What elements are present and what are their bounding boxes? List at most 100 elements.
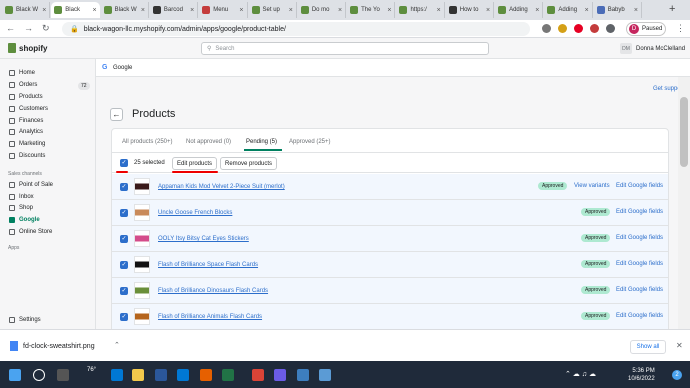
edge-icon[interactable] xyxy=(111,369,123,381)
sidebar-item-discounts[interactable]: Discounts xyxy=(9,153,45,159)
row-checkbox[interactable]: ✓ xyxy=(120,235,128,243)
row-checkbox[interactable]: ✓ xyxy=(120,183,128,191)
browser-tab[interactable]: Menu × xyxy=(199,2,248,18)
scrollbar[interactable] xyxy=(678,77,690,329)
browser-tab[interactable]: Black × xyxy=(51,2,100,18)
sidebar-item-analytics[interactable]: Analytics xyxy=(9,129,43,135)
user-menu[interactable]: DM Donna McClelland xyxy=(620,43,685,54)
tab-all-products[interactable]: All products (250+) xyxy=(122,139,173,145)
tab-close-icon[interactable]: × xyxy=(239,7,243,14)
edit-google-fields-link[interactable]: Edit Google fields xyxy=(616,313,663,319)
tab-close-icon[interactable]: × xyxy=(585,7,589,14)
image-viewer-icon[interactable] xyxy=(319,369,331,381)
row-checkbox[interactable]: ✓ xyxy=(120,261,128,269)
tab-close-icon[interactable]: × xyxy=(338,7,342,14)
excel-icon[interactable] xyxy=(222,369,234,381)
tab-pending[interactable]: Pending (5) xyxy=(246,139,277,145)
table-row[interactable]: ✓ Appaman Kids Mod Velvet 2-Piece Suit (m… xyxy=(112,174,668,200)
extension-icon[interactable] xyxy=(590,24,599,33)
edit-google-fields-link[interactable]: Edit Google fields xyxy=(616,261,663,267)
browser-tab[interactable]: Adding × xyxy=(495,2,544,18)
edit-google-fields-link[interactable]: Edit Google fields xyxy=(616,287,663,293)
task-view-icon[interactable] xyxy=(57,369,69,381)
select-all-checkbox[interactable]: ✓ xyxy=(120,159,128,167)
search-input[interactable]: ⚲ Search xyxy=(201,42,489,55)
sidebar-item-products[interactable]: Products xyxy=(9,94,43,100)
table-row[interactable]: ✓ Flash of Brilliance Space Flash Cards Ap… xyxy=(112,252,668,278)
notification-badge[interactable]: 2 xyxy=(672,370,682,380)
mail-icon[interactable] xyxy=(177,369,189,381)
word-icon[interactable] xyxy=(155,369,167,381)
browser-menu-icon[interactable]: ⋮ xyxy=(676,23,685,34)
browser-tab[interactable]: Adding × xyxy=(544,2,593,18)
browser-tab[interactable]: Set up × xyxy=(249,2,297,18)
browser-tab[interactable]: Babyb × xyxy=(594,2,642,18)
new-tab-icon[interactable]: + xyxy=(669,3,675,15)
product-name-link[interactable]: Flash of Brilliance Animals Flash Cards xyxy=(158,314,262,320)
forward-arrow-icon[interactable]: → xyxy=(24,23,33,33)
row-checkbox[interactable]: ✓ xyxy=(120,287,128,295)
browser-tab[interactable]: The Yo × xyxy=(347,2,396,18)
browser-tab[interactable]: How to × xyxy=(446,2,495,18)
edit-google-fields-link[interactable]: Edit Google fields xyxy=(616,209,663,215)
back-arrow-icon[interactable]: ← xyxy=(6,23,15,33)
apps-heading[interactable]: Apps xyxy=(8,245,19,251)
reload-icon[interactable]: ↻ xyxy=(42,23,50,34)
browser-tab[interactable]: Do mo × xyxy=(298,2,347,18)
url-bar[interactable]: 🔒 black-wagon-llc.myshopify.com/admin/ap… xyxy=(62,22,530,36)
tab-close-icon[interactable]: × xyxy=(437,7,441,14)
profile-button[interactable]: D Paused xyxy=(626,22,666,36)
shopify-logo[interactable]: shopify xyxy=(8,43,47,53)
sidebar-item-home[interactable]: Home xyxy=(9,70,35,76)
back-button[interactable]: ← xyxy=(110,108,123,121)
edit-products-button[interactable]: Edit products xyxy=(172,157,218,170)
remove-products-button[interactable]: Remove products xyxy=(220,157,278,170)
extensions-puzzle-icon[interactable] xyxy=(606,24,615,33)
sidebar-item-point-of-sale[interactable]: Point of Sale xyxy=(9,182,53,188)
table-row[interactable]: ✓ Flash of Brilliance Animals Flash Cards… xyxy=(112,304,668,330)
browser-tab[interactable]: Black W × xyxy=(101,2,149,18)
search-icon[interactable] xyxy=(33,369,45,381)
sidebar-item-inbox[interactable]: Inbox xyxy=(9,194,34,200)
table-row[interactable]: ✓ Uncle Goose French Blocks Approved Edit G… xyxy=(112,200,668,226)
file-explorer-icon[interactable] xyxy=(132,369,144,381)
tab-close-icon[interactable]: × xyxy=(535,7,539,14)
weather-temperature[interactable]: 76° xyxy=(87,367,96,373)
product-name-link[interactable]: Flash of Brilliance Space Flash Cards xyxy=(158,262,258,268)
browser-tab[interactable]: Black W × xyxy=(2,2,51,18)
sidebar-item-google[interactable]: Google xyxy=(9,217,40,223)
tab-close-icon[interactable]: × xyxy=(486,7,490,14)
close-icon[interactable]: ✕ xyxy=(676,341,683,350)
browser-tab[interactable]: Barcod × xyxy=(150,2,199,18)
row-checkbox[interactable]: ✓ xyxy=(120,209,128,217)
sidebar-item-marketing[interactable]: Marketing xyxy=(9,141,45,147)
pinterest-icon[interactable] xyxy=(574,24,583,33)
table-row[interactable]: ✓ OOLY Itsy Bitsy Cat Eyes Stickers Approv… xyxy=(112,226,668,252)
bookmark-star-icon[interactable] xyxy=(558,24,567,33)
taskbar-clock[interactable]: 5:36 PM 10/6/2022 xyxy=(628,367,655,383)
firefox-icon[interactable] xyxy=(200,369,212,381)
chrome-icon[interactable] xyxy=(252,369,264,381)
photos-icon[interactable] xyxy=(297,369,309,381)
show-all-button[interactable]: Show all xyxy=(630,340,666,354)
product-name-link[interactable]: Flash of Brilliance Dinosaurs Flash Card… xyxy=(158,288,268,294)
scrollbar-thumb[interactable] xyxy=(680,97,688,167)
download-item[interactable]: fd-clock-sweatshirt.png xyxy=(10,341,95,351)
windows-start-icon[interactable] xyxy=(9,369,21,381)
sidebar-item-customers[interactable]: Customers xyxy=(9,106,48,112)
edit-google-fields-link[interactable]: Edit Google fields xyxy=(616,183,663,189)
system-tray-icons[interactable]: ⌃ ☁ ♫ ☁ xyxy=(565,370,596,378)
tab-approved[interactable]: Approved (25+) xyxy=(289,139,331,145)
sidebar-item-finances[interactable]: Finances xyxy=(9,118,43,124)
app-icon[interactable] xyxy=(274,369,286,381)
sidebar-item-orders[interactable]: Orders xyxy=(9,82,37,88)
edit-google-fields-link[interactable]: Edit Google fields xyxy=(616,235,663,241)
sidebar-item-settings[interactable]: Settings xyxy=(9,317,41,323)
table-row[interactable]: ✓ Flash of Brilliance Dinosaurs Flash Car… xyxy=(112,278,668,304)
tab-close-icon[interactable]: × xyxy=(387,7,391,14)
chevron-up-icon[interactable]: ⌃ xyxy=(114,341,120,349)
tab-close-icon[interactable]: × xyxy=(634,7,638,14)
tab-close-icon[interactable]: × xyxy=(289,7,293,14)
tab-close-icon[interactable]: × xyxy=(42,7,46,14)
product-name-link[interactable]: Uncle Goose French Blocks xyxy=(158,210,232,216)
